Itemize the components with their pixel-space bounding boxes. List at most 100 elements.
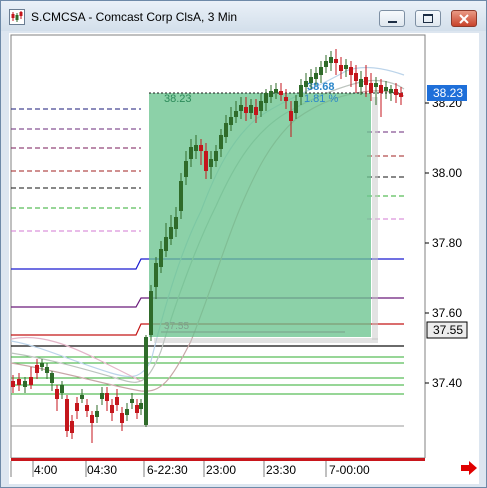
candle-body: [209, 159, 213, 167]
candle-body: [80, 395, 84, 399]
candle-body: [264, 93, 268, 103]
close-button[interactable]: [451, 10, 477, 27]
candle-body: [75, 403, 79, 411]
candle-body: [329, 57, 333, 63]
candle-body: [90, 415, 94, 423]
chart-area[interactable]: 38.23 38.68 1.81 % 37.55 38.20 38.00 37.…: [9, 33, 479, 465]
candle-body: [309, 77, 313, 83]
candle-body: [184, 161, 188, 177]
candle-body: [244, 107, 248, 113]
candle-body: [23, 381, 27, 387]
measure-percent: 1.81 %: [304, 93, 338, 105]
candle-body: [55, 389, 59, 399]
measure-bottom-price: 37.55: [164, 321, 189, 332]
candle-body: [349, 67, 353, 75]
time-tick: 04:30: [87, 463, 117, 477]
time-axis: 4:00 04:30 6-22:30 23:00 23:30 7-00:00: [9, 458, 479, 484]
candle-body: [304, 81, 308, 87]
candle-body: [139, 403, 143, 409]
candle-body: [274, 89, 278, 93]
candle-body: [324, 61, 328, 67]
candle-body: [35, 365, 39, 373]
price-tick: 37.80: [432, 236, 462, 250]
candle-body: [219, 135, 223, 149]
candle-body: [159, 249, 163, 267]
candle-body: [334, 59, 338, 63]
candle-body: [40, 363, 44, 367]
candle-body: [359, 79, 363, 87]
candle-body: [17, 379, 21, 385]
candle-body: [120, 413, 124, 423]
marker-price-label: 37.55: [433, 323, 463, 337]
candle-body: [339, 65, 343, 71]
candle-body: [269, 91, 273, 97]
candle-body: [164, 237, 168, 251]
candle-body: [279, 91, 283, 95]
window-title: S.CMCSA - Comcast Corp ClsA, 3 Min: [31, 10, 238, 24]
candle-body: [100, 393, 104, 399]
last-price-label: 38.23: [433, 86, 463, 100]
candle-body: [144, 337, 148, 425]
candle-body: [364, 77, 368, 85]
candle-body: [135, 405, 139, 413]
candle-body: [85, 405, 89, 411]
candle-body: [379, 85, 383, 93]
candle-body: [394, 89, 398, 95]
candle-body: [319, 67, 323, 75]
candle-body: [174, 217, 178, 229]
candle-body: [259, 101, 263, 111]
restore-button[interactable]: [415, 10, 441, 27]
candle-body: [314, 73, 318, 79]
time-tick: 23:30: [266, 463, 296, 477]
price-measure-tool[interactable]: 38.23 38.68 1.81 % 37.55: [149, 81, 404, 343]
candle-body: [199, 145, 203, 151]
red-arrow-right-icon[interactable]: [461, 461, 477, 475]
time-tick: 4:00: [34, 463, 58, 477]
candle-body: [130, 399, 134, 403]
candle-body: [65, 399, 69, 431]
candle-body: [289, 111, 293, 121]
candle-body: [50, 373, 54, 383]
candle-body: [189, 147, 193, 159]
minimize-button[interactable]: [379, 10, 405, 27]
time-range-bar: [11, 458, 425, 461]
candle-body: [154, 263, 158, 287]
candle-body: [179, 181, 183, 211]
time-tick: 7-00:00: [329, 463, 370, 477]
time-tick: 23:00: [206, 463, 236, 477]
candle-body: [229, 117, 233, 125]
candle-body: [224, 123, 228, 137]
candle-body: [110, 405, 114, 413]
candle-body: [115, 397, 119, 405]
candle-body: [214, 151, 218, 161]
price-tick: 38.00: [432, 166, 462, 180]
candle-body: [95, 411, 99, 417]
chart-window: S.CMCSA - Comcast Corp ClsA, 3 Min 38.23…: [0, 0, 487, 488]
minimize-icon: [387, 20, 397, 23]
candle-body: [284, 97, 288, 101]
title-bar[interactable]: S.CMCSA - Comcast Corp ClsA, 3 Min: [1, 1, 486, 31]
candle-body: [105, 393, 109, 401]
candle-body: [234, 111, 238, 117]
price-tick: 37.60: [432, 306, 462, 320]
measure-top-price: 38.23: [164, 93, 192, 105]
candle-body: [60, 385, 64, 393]
price-axis: 38.20 38.00 37.80 37.60 37.40: [425, 96, 462, 390]
candle-body: [389, 89, 393, 93]
marker-price-badge: 37.55: [426, 321, 468, 339]
candle-body: [374, 83, 378, 87]
chart-app-icon: [9, 9, 25, 25]
candle-body: [399, 93, 403, 97]
candle-body: [45, 367, 49, 373]
candle-body: [11, 381, 15, 387]
candle-body: [204, 151, 208, 171]
candle-body: [254, 107, 258, 115]
candle-body: [369, 83, 373, 93]
candle-body: [239, 105, 243, 111]
candle-body: [194, 145, 198, 151]
candle-body: [29, 377, 33, 385]
time-tick: 6-22:30: [147, 463, 188, 477]
candle-body: [299, 85, 303, 97]
close-icon: [459, 13, 469, 24]
candle-body: [294, 101, 298, 113]
